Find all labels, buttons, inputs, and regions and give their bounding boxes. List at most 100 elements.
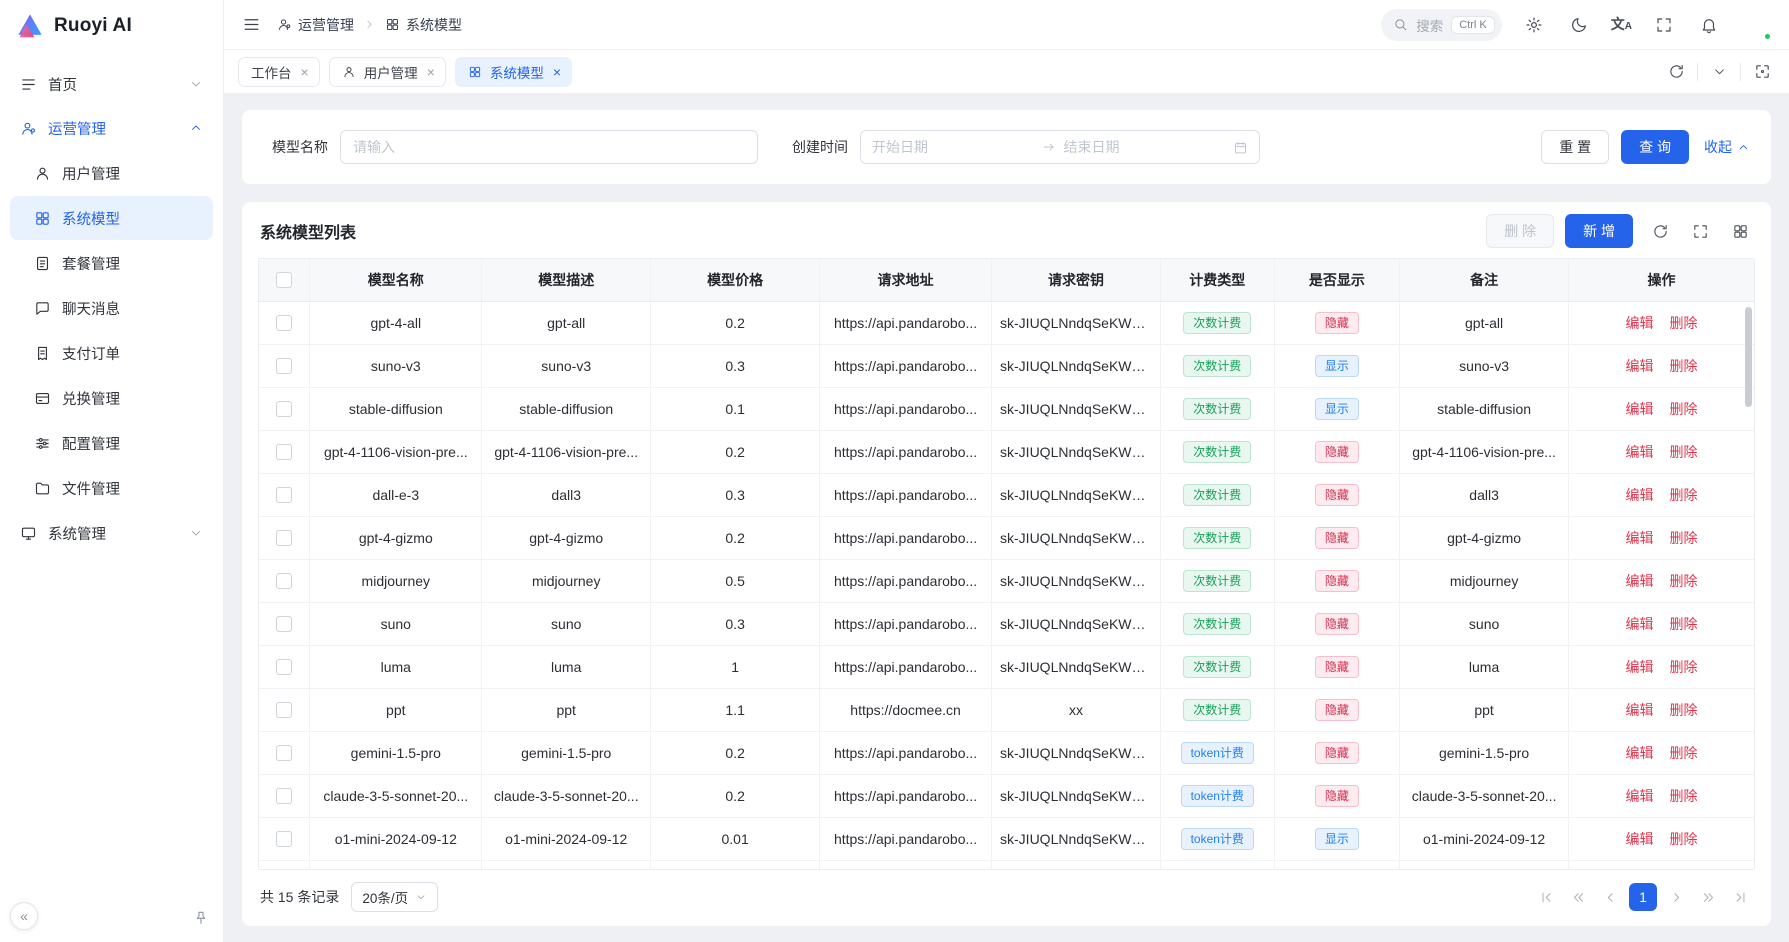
row-checkbox[interactable] xyxy=(276,616,292,632)
fullscreen-button[interactable] xyxy=(1651,12,1677,38)
sidebar-item-system-models[interactable]: 系统模型 xyxy=(10,196,213,240)
edit-link[interactable]: 编辑 xyxy=(1626,659,1654,675)
edit-link[interactable]: 编辑 xyxy=(1626,573,1654,589)
close-tab-icon[interactable]: × xyxy=(426,65,436,79)
cell-model-desc: dall3 xyxy=(482,473,651,516)
next-5-pages-button[interactable] xyxy=(1695,884,1721,910)
edit-link[interactable]: 编辑 xyxy=(1626,831,1654,847)
row-checkbox[interactable] xyxy=(276,401,292,417)
global-search[interactable]: 搜索 Ctrl K xyxy=(1381,9,1502,41)
theme-toggle-button[interactable] xyxy=(1566,12,1592,38)
sidebar-item-chat-messages[interactable]: 聊天消息 xyxy=(10,286,213,330)
delete-link[interactable]: 删除 xyxy=(1670,831,1698,847)
prev-page-button[interactable] xyxy=(1597,884,1623,910)
cell-model-desc: claude-3-5-sonnet-20... xyxy=(482,774,651,817)
cell-request-url: https://api.pandarobo... xyxy=(820,473,992,516)
delete-link[interactable]: 删除 xyxy=(1670,444,1698,460)
row-checkbox[interactable] xyxy=(276,745,292,761)
delete-link[interactable]: 删除 xyxy=(1670,573,1698,589)
breadcrumb-operations[interactable]: 运营管理 xyxy=(277,15,354,35)
row-checkbox[interactable] xyxy=(276,573,292,589)
edit-link[interactable]: 编辑 xyxy=(1626,315,1654,331)
edit-link[interactable]: 编辑 xyxy=(1626,530,1654,546)
sidebar-item-home[interactable]: 首页 xyxy=(10,62,213,106)
page-size-select[interactable]: 20条/页 xyxy=(351,882,438,912)
model-name-input[interactable] xyxy=(340,130,758,164)
delete-link[interactable]: 删除 xyxy=(1670,315,1698,331)
pin-icon[interactable] xyxy=(193,910,209,926)
settings-button[interactable] xyxy=(1521,12,1547,38)
close-tab-icon[interactable]: × xyxy=(300,65,310,79)
cell-remark: suno-v3 xyxy=(1400,344,1569,387)
delete-link[interactable]: 删除 xyxy=(1670,702,1698,718)
edit-link[interactable]: 编辑 xyxy=(1626,702,1654,718)
sidebar-collapse-button[interactable]: « xyxy=(10,902,38,930)
table-row: sunosuno0.3https://api.pandarobo...sk-JI… xyxy=(259,602,1754,645)
edit-link[interactable]: 编辑 xyxy=(1626,487,1654,503)
row-checkbox[interactable] xyxy=(276,444,292,460)
delete-link[interactable]: 删除 xyxy=(1670,358,1698,374)
refresh-page-button[interactable] xyxy=(1663,59,1689,85)
first-page-button[interactable] xyxy=(1533,884,1559,910)
prev-5-pages-button[interactable] xyxy=(1565,884,1591,910)
delete-link[interactable]: 删除 xyxy=(1670,745,1698,761)
sidebar-item-user-management[interactable]: 用户管理 xyxy=(10,151,213,195)
edit-link[interactable]: 编辑 xyxy=(1626,616,1654,632)
tab-user-management[interactable]: 用户管理 × xyxy=(329,57,446,87)
edit-link[interactable]: 编辑 xyxy=(1626,444,1654,460)
sidebar-item-system-management[interactable]: 系统管理 xyxy=(10,511,213,555)
delete-link[interactable]: 删除 xyxy=(1670,659,1698,675)
sidebar-item-payment-orders[interactable]: 支付订单 xyxy=(10,331,213,375)
delete-link[interactable]: 删除 xyxy=(1670,530,1698,546)
edit-link[interactable]: 编辑 xyxy=(1626,788,1654,804)
operations-icon xyxy=(277,17,292,32)
sidebar-item-operations[interactable]: 运营管理 xyxy=(10,106,213,150)
sidebar-item-exchange-management[interactable]: 兑换管理 xyxy=(10,376,213,420)
collapse-menu-button[interactable] xyxy=(242,15,261,34)
delete-link[interactable]: 删除 xyxy=(1670,401,1698,417)
delete-link[interactable]: 删除 xyxy=(1670,616,1698,632)
refresh-table-button[interactable] xyxy=(1647,218,1673,244)
close-tab-icon[interactable]: × xyxy=(552,65,562,79)
vertical-scrollbar[interactable] xyxy=(1745,307,1752,407)
add-button[interactable]: 新 增 xyxy=(1565,214,1633,248)
breadcrumb-system-models[interactable]: 系统模型 xyxy=(385,15,462,35)
row-checkbox[interactable] xyxy=(276,831,292,847)
query-button[interactable]: 查 询 xyxy=(1621,130,1689,164)
tab-options-button[interactable] xyxy=(1706,59,1732,85)
row-checkbox[interactable] xyxy=(276,788,292,804)
edit-link[interactable]: 编辑 xyxy=(1626,401,1654,417)
date-range-picker[interactable]: 开始日期 结束日期 xyxy=(860,130,1260,164)
collapse-filter-button[interactable]: 收起 xyxy=(1701,130,1753,164)
edit-link[interactable]: 编辑 xyxy=(1626,358,1654,374)
user-avatar[interactable] xyxy=(1741,10,1771,40)
sidebar-item-config-management[interactable]: 配置管理 xyxy=(10,421,213,465)
edit-link[interactable]: 编辑 xyxy=(1626,745,1654,761)
row-checkbox[interactable] xyxy=(276,358,292,374)
sidebar-item-package-management[interactable]: 套餐管理 xyxy=(10,241,213,285)
reset-button[interactable]: 重 置 xyxy=(1541,130,1609,164)
table-header-row: 模型名称 模型描述 模型价格 请求地址 请求密钥 计费类型 是否显示 备注 操作 xyxy=(259,259,1754,301)
select-all-checkbox[interactable] xyxy=(276,272,292,288)
column-settings-button[interactable] xyxy=(1727,218,1753,244)
row-checkbox[interactable] xyxy=(276,659,292,675)
table-row: claude-3-5-sonnet-20...claude-3-5-sonnet… xyxy=(259,774,1754,817)
delete-link[interactable]: 删除 xyxy=(1670,487,1698,503)
content-fullscreen-button[interactable] xyxy=(1749,59,1775,85)
last-page-button[interactable] xyxy=(1727,884,1753,910)
row-checkbox[interactable] xyxy=(276,530,292,546)
translate-icon[interactable]: 文A xyxy=(1611,17,1632,32)
table-fullscreen-button[interactable] xyxy=(1687,218,1713,244)
row-checkbox[interactable] xyxy=(276,702,292,718)
delete-link[interactable]: 删除 xyxy=(1670,788,1698,804)
delete-selected-button[interactable]: 删 除 xyxy=(1486,214,1554,248)
tab-workbench[interactable]: 工作台 × xyxy=(238,57,320,87)
tab-system-models[interactable]: 系统模型 × xyxy=(455,57,572,87)
notifications-button[interactable] xyxy=(1696,12,1722,38)
app-logo[interactable]: Ruoyi AI xyxy=(0,0,223,52)
sidebar-item-file-management[interactable]: 文件管理 xyxy=(10,466,213,510)
current-page[interactable]: 1 xyxy=(1629,883,1657,911)
row-checkbox[interactable] xyxy=(276,487,292,503)
row-checkbox[interactable] xyxy=(276,315,292,331)
next-page-button[interactable] xyxy=(1663,884,1689,910)
